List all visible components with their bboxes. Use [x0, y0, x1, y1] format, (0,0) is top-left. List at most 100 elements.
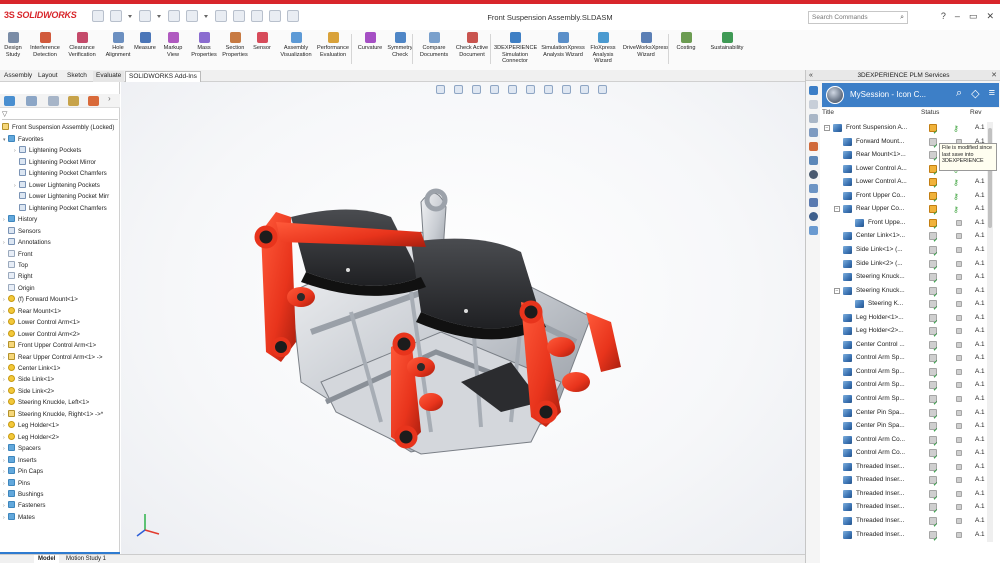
- tree-item[interactable]: › Lower Lightening Pockets: [14, 180, 118, 191]
- unlocked-icon[interactable]: [956, 477, 962, 484]
- unlocked-icon[interactable]: [956, 463, 962, 470]
- unlocked-icon[interactable]: [956, 531, 962, 538]
- tree-item[interactable]: › Center Link<1>: [3, 363, 118, 374]
- tree-item[interactable]: › Leg Holder<2>: [3, 432, 118, 443]
- unlocked-icon[interactable]: [956, 490, 962, 497]
- unlocked-icon[interactable]: [956, 517, 962, 524]
- undo-icon[interactable]: [215, 10, 227, 22]
- dimxpert-icon[interactable]: [68, 96, 79, 106]
- tab-solidworks-add-ins[interactable]: SOLIDWORKS Add-Ins: [125, 71, 201, 82]
- close-panel-icon[interactable]: ✕: [991, 70, 997, 81]
- table-row[interactable]: Lower Control A...✓⚷A.1: [820, 175, 1000, 190]
- table-row[interactable]: − Rear Upper Co... ✓ ⚷ A.1: [820, 202, 1000, 217]
- close-icon[interactable]: ✕: [986, 11, 994, 22]
- tree-item[interactable]: Front: [3, 249, 118, 260]
- table-row[interactable]: Threaded Inser... ✓ A.1: [820, 500, 1000, 515]
- file-properties-icon[interactable]: [269, 10, 281, 22]
- compare-button[interactable]: Compare Documents: [417, 32, 451, 58]
- unlocked-icon[interactable]: [956, 504, 962, 511]
- file-explorer-icon[interactable]: [809, 128, 818, 137]
- unlocked-icon[interactable]: [956, 368, 962, 375]
- tree-item[interactable]: › Inserts: [3, 455, 118, 466]
- hamburger-menu-icon[interactable]: ≡: [989, 87, 995, 100]
- tree-item[interactable]: Origin: [3, 283, 118, 294]
- avatar[interactable]: [826, 86, 844, 104]
- tree-item[interactable]: Lightening Pocket Chamfers: [14, 203, 118, 214]
- suspension-model-render[interactable]: [121, 82, 805, 554]
- tree-item[interactable]: › Side Link<2>: [3, 386, 118, 397]
- search-icon[interactable]: ⌕: [956, 87, 962, 100]
- mass-button[interactable]: Mass Properties: [191, 32, 217, 58]
- table-row[interactable]: Threaded Inser... ✓ A.1: [820, 528, 1000, 543]
- solidworks-logo[interactable]: 3S SOLIDWORKS: [4, 10, 77, 20]
- table-row[interactable]: Control Arm Sp... ✓ A.1: [820, 351, 1000, 366]
- unlocked-icon[interactable]: [956, 328, 962, 335]
- tab-motion-study-1[interactable]: Motion Study 1: [62, 555, 110, 563]
- tree-filter[interactable]: ▽: [2, 110, 118, 120]
- unlocked-icon[interactable]: [956, 341, 962, 348]
- pdm-icon[interactable]: [809, 226, 818, 235]
- resources-icon[interactable]: [809, 100, 818, 109]
- table-row[interactable]: Steering K... ✓ A.1: [820, 297, 1000, 312]
- table-row[interactable]: Side Link<1> (... ✓ A.1: [820, 243, 1000, 258]
- assembly-vis-button[interactable]: Assembly Visualization: [280, 32, 312, 58]
- collapse-toggle-icon[interactable]: −: [834, 206, 840, 213]
- help-icon[interactable]: ?: [941, 11, 946, 22]
- tree-item[interactable]: › Rear Upper Control Arm<1> ->: [3, 352, 118, 363]
- tag-icon[interactable]: ◇: [971, 87, 979, 100]
- unlocked-icon[interactable]: [956, 314, 962, 321]
- select-icon[interactable]: [233, 10, 245, 22]
- unlocked-icon[interactable]: [956, 396, 962, 402]
- table-row[interactable]: − Front Suspension A... ✓ ⚷ A.1: [820, 121, 1000, 136]
- configuration-manager-icon[interactable]: [48, 96, 59, 106]
- tab-layout[interactable]: Layout: [35, 71, 61, 82]
- tree-root[interactable]: Front Suspension Assembly (Locked): [2, 122, 120, 133]
- chevron-right-icon[interactable]: ›: [108, 94, 114, 104]
- collapse-panel-icon[interactable]: «: [809, 70, 813, 81]
- tree-item[interactable]: › Steering Knuckle, Right<1> ->*: [3, 409, 118, 420]
- design-library-icon[interactable]: [809, 114, 818, 123]
- costing-button[interactable]: Costing: [675, 32, 697, 52]
- table-row[interactable]: Control Arm Sp... ✓ A.1: [820, 378, 1000, 393]
- table-row[interactable]: Steering Knuck... ✓ A.1: [820, 270, 1000, 285]
- column-header-title[interactable]: Title: [822, 108, 834, 118]
- table-row[interactable]: Control Arm Sp... ✓ A.1: [820, 365, 1000, 380]
- collapse-toggle-icon[interactable]: −: [834, 287, 840, 294]
- property-manager-icon[interactable]: [26, 96, 37, 106]
- tree-item[interactable]: › Lightening Pockets: [14, 145, 118, 156]
- view-palette-icon[interactable]: [809, 142, 818, 151]
- table-row[interactable]: Threaded Inser... ✓ A.1: [820, 473, 1000, 488]
- section-button[interactable]: Section Properties: [220, 32, 250, 58]
- tree-item[interactable]: › Pin Caps: [3, 466, 118, 477]
- tree-item[interactable]: Lightening Pocket Chamfers: [14, 168, 118, 179]
- tree-item[interactable]: › Bushings: [3, 489, 118, 500]
- unlocked-icon[interactable]: [956, 219, 962, 226]
- unlocked-icon[interactable]: [956, 423, 962, 430]
- clearance-button[interactable]: Clearance Verification: [63, 32, 101, 58]
- tree-item[interactable]: › History: [3, 214, 118, 225]
- display-manager-icon[interactable]: [88, 96, 99, 106]
- table-row[interactable]: Side Link<2> (... ✓ A.1: [820, 257, 1000, 272]
- table-row[interactable]: Center Link<1>... ✓ A.1: [820, 229, 1000, 244]
- table-row[interactable]: Front Upper Co... ✓ ⚷ A.1: [820, 189, 1000, 204]
- extensions-icon[interactable]: [809, 212, 818, 221]
- hole-button[interactable]: Hole Alignment: [103, 32, 133, 58]
- rebuild-icon[interactable]: [251, 10, 263, 22]
- design-study-button[interactable]: Design Study: [4, 32, 22, 58]
- tree-item[interactable]: › (f) Forward Mount<1>: [3, 294, 118, 305]
- solidworks-forum-icon[interactable]: [809, 184, 818, 193]
- unlocked-icon[interactable]: [956, 436, 962, 443]
- unlocked-icon[interactable]: [956, 382, 962, 389]
- column-header-rev[interactable]: Rev: [970, 108, 982, 118]
- home-icon[interactable]: [92, 10, 104, 22]
- table-row[interactable]: Control Arm Co... ✓ A.1: [820, 446, 1000, 461]
- save-icon[interactable]: [168, 10, 180, 22]
- tree-item[interactable]: › Steering Knuckle, Left<1>: [3, 397, 118, 408]
- lock-key-icon[interactable]: ⚷: [953, 203, 959, 217]
- feature-manager-icon[interactable]: [4, 96, 15, 106]
- tree-item[interactable]: › Spacers: [3, 443, 118, 454]
- lock-key-icon[interactable]: ⚷: [953, 176, 959, 190]
- interference-button[interactable]: Interference Detection: [27, 32, 63, 58]
- search-commands-input[interactable]: Search Commands ⌕: [808, 11, 908, 24]
- tree-item[interactable]: › Mates: [3, 512, 118, 523]
